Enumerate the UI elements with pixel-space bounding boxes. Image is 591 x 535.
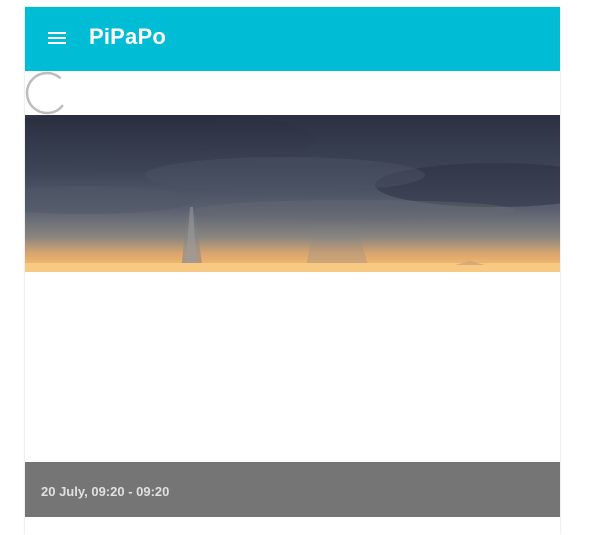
menu-icon-bar-bottom	[48, 42, 66, 44]
loading-spinner-icon	[25, 71, 69, 115]
event-caption-bar: 20 July, 09:20 - 09:20	[25, 462, 560, 517]
menu-icon-bar-top	[48, 32, 66, 34]
menu-icon[interactable]	[48, 31, 66, 45]
event-image[interactable]	[25, 115, 560, 272]
menu-icon-bar-middle	[48, 37, 66, 39]
app-title: PiPaPo	[89, 24, 167, 49]
app-frame: PiPaPo 20 July, 09:20 - 09:20	[25, 7, 560, 535]
app-toolbar: PiPaPo	[25, 7, 560, 71]
event-datetime: 20 July, 09:20 - 09:20	[41, 484, 170, 499]
